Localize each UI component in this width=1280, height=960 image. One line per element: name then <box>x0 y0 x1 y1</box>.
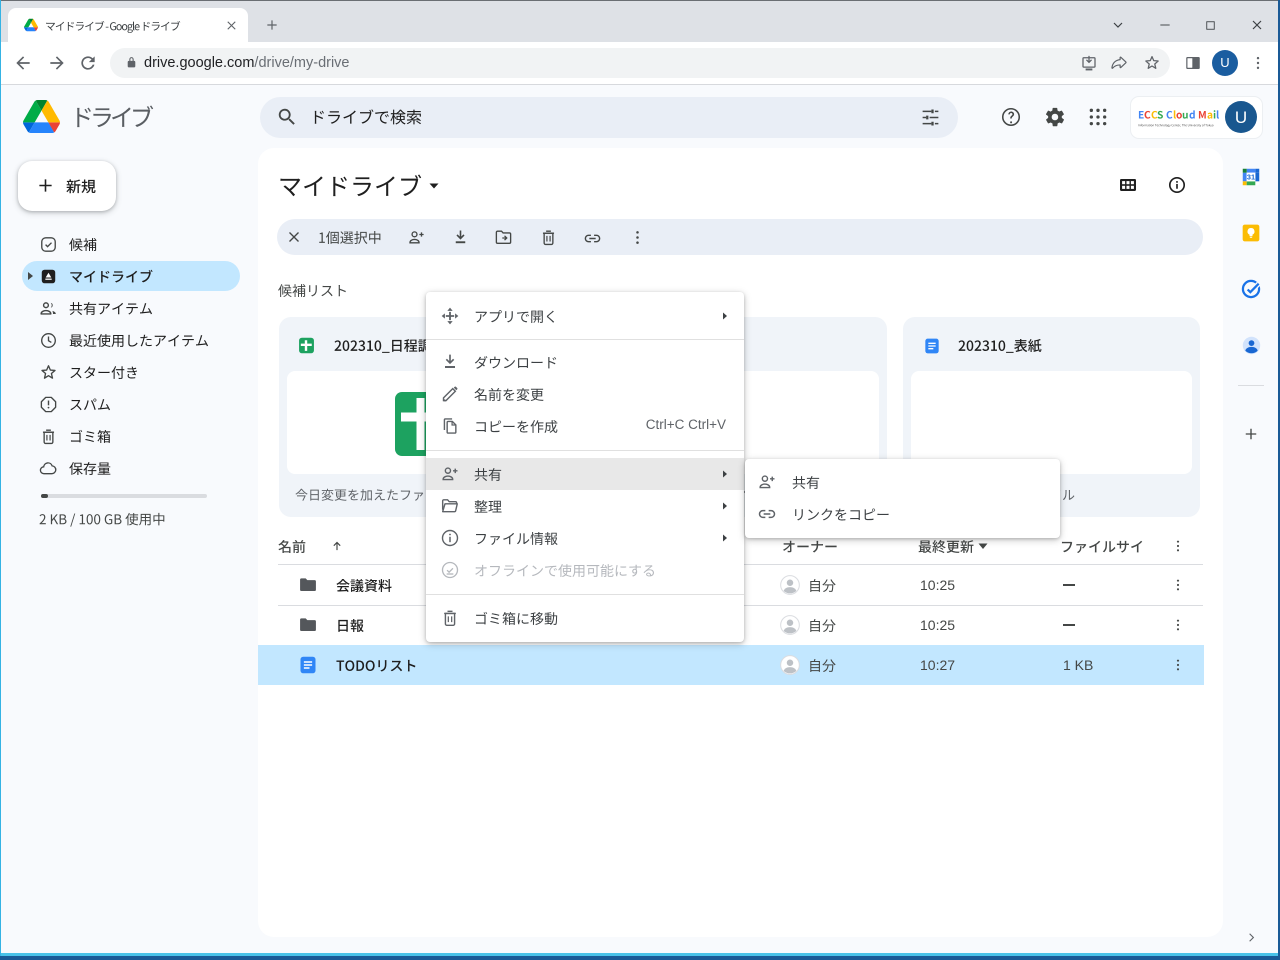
svg-text:31: 31 <box>1247 173 1255 182</box>
